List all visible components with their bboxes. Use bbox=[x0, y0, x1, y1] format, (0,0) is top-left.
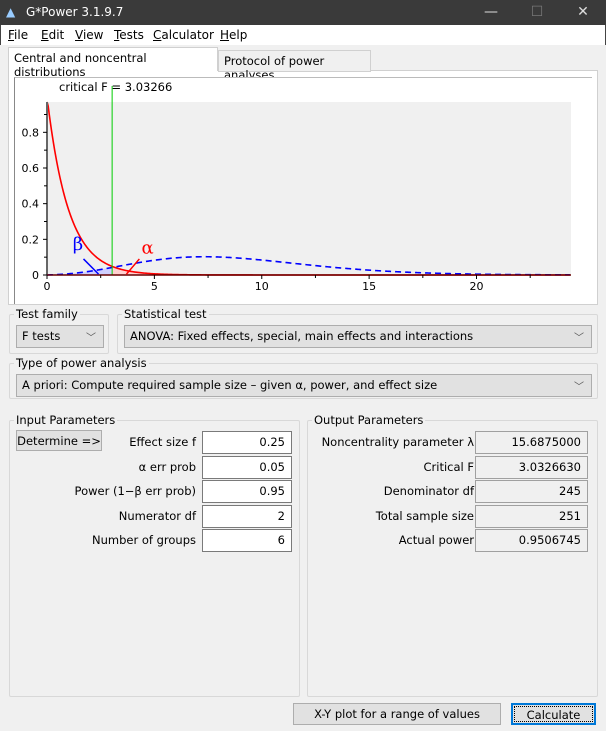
test-family-label: Test family bbox=[14, 307, 80, 321]
output-value: 0.9506745 bbox=[475, 529, 588, 552]
menu-edit[interactable]: Edit bbox=[41, 28, 64, 42]
xy-plot-button[interactable]: X-Y plot for a range of values bbox=[293, 703, 501, 725]
menu-file[interactable]: File bbox=[8, 28, 28, 42]
plot-area bbox=[47, 102, 571, 275]
chevron-down-icon: ﹀ bbox=[86, 333, 96, 344]
output-value: 251 bbox=[475, 504, 588, 528]
statistical-test-select[interactable]: ANOVA: Fixed effects, special, main effe… bbox=[124, 325, 592, 348]
statistical-test-group: Statistical test ANOVA: Fixed effects, s… bbox=[117, 307, 598, 354]
output-parameters-group: Output Parameters Noncentrality paramete… bbox=[307, 413, 598, 697]
x-tick-label: 20 bbox=[470, 280, 484, 293]
distribution-chart: 0 5 10 15 20 0 0.2 0.4 0.6 0.8 α β critical F = 3.0… bbox=[14, 77, 592, 304]
x-tick-label: 0 bbox=[44, 280, 51, 293]
chevron-down-icon: ﹀ bbox=[574, 382, 584, 393]
gpower-logo-icon: ▲ bbox=[6, 5, 16, 19]
param-label: Noncentrality parameter λ bbox=[321, 435, 474, 449]
output-value: 245 bbox=[475, 480, 588, 503]
input-parameters-group: Input Parameters Determine => Effect siz… bbox=[9, 413, 300, 697]
minimize-button[interactable]: — bbox=[468, 0, 514, 25]
tab-protocol[interactable]: Protocol of power analyses bbox=[218, 50, 371, 82]
input-parameters-title: Input Parameters bbox=[14, 413, 118, 427]
power-analysis-label: Type of power analysis bbox=[14, 356, 149, 370]
y-tick-label: 0.2 bbox=[22, 233, 40, 246]
param-label: α err prob bbox=[138, 459, 196, 474]
menu-bar: File Edit View Tests Calculator Help bbox=[0, 25, 606, 45]
maximize-button[interactable]: ☐ bbox=[514, 0, 560, 25]
param-label: Actual power bbox=[398, 533, 474, 547]
test-family-value: F tests bbox=[22, 329, 61, 343]
tab-central-noncentral[interactable]: Central and noncentral distributions bbox=[8, 47, 218, 79]
output-parameters-title: Output Parameters bbox=[312, 413, 426, 427]
x-tick-label: 5 bbox=[151, 280, 158, 293]
statistical-test-value: ANOVA: Fixed effects, special, main effe… bbox=[130, 329, 474, 343]
param-input[interactable]: 6 bbox=[202, 529, 292, 552]
output-value: 15.6875000 bbox=[475, 431, 588, 454]
param-label: Total sample size bbox=[375, 508, 474, 523]
menu-tests[interactable]: Tests bbox=[114, 28, 144, 42]
param-label: Denominator df bbox=[383, 484, 474, 498]
alpha-label: α bbox=[141, 238, 153, 259]
param-label: Number of groups bbox=[92, 533, 196, 547]
param-label: Effect size f bbox=[129, 435, 196, 449]
y-tick-label: 0.6 bbox=[22, 162, 40, 175]
calculate-button[interactable]: Calculate bbox=[511, 703, 596, 725]
x-tick-label: 10 bbox=[255, 280, 269, 293]
param-label: Numerator df bbox=[118, 508, 196, 523]
param-input[interactable]: 0.05 bbox=[202, 455, 292, 479]
test-family-select[interactable]: F tests ﹀ bbox=[16, 325, 104, 348]
beta-label: β bbox=[73, 234, 83, 255]
window-title: G*Power 3.1.9.7 bbox=[26, 5, 124, 19]
menu-view[interactable]: View bbox=[75, 28, 103, 42]
param-input[interactable]: 0.95 bbox=[202, 480, 292, 503]
x-tick-label: 15 bbox=[362, 280, 376, 293]
param-label: Critical F bbox=[423, 459, 475, 474]
close-button[interactable]: ✕ bbox=[560, 0, 606, 25]
distribution-plot: 0 5 10 15 20 0 0.2 0.4 0.6 0.8 α β bbox=[22, 86, 571, 293]
y-tick-label: 0.4 bbox=[22, 198, 40, 211]
statistical-test-label: Statistical test bbox=[122, 307, 209, 321]
y-tick-label: 0 bbox=[32, 269, 39, 282]
power-analysis-value: A priori: Compute required sample size –… bbox=[22, 378, 438, 392]
power-analysis-group: Type of power analysis A priori: Compute… bbox=[9, 356, 598, 399]
chevron-down-icon: ﹀ bbox=[574, 333, 584, 344]
param-input[interactable]: 2 bbox=[202, 504, 292, 528]
critical-f-annotation: critical F = 3.03266 bbox=[59, 80, 173, 94]
y-tick-label: 0.8 bbox=[22, 126, 40, 139]
menu-calculator[interactable]: Calculator bbox=[153, 28, 214, 42]
test-family-group: Test family F tests ﹀ bbox=[9, 307, 109, 354]
menu-help[interactable]: Help bbox=[220, 28, 247, 42]
output-value: 3.0326630 bbox=[475, 455, 588, 479]
param-label: Power (1−β err prob) bbox=[74, 484, 196, 498]
title-bar: ▲ G*Power 3.1.9.7 — ☐ ✕ bbox=[0, 0, 606, 25]
param-input[interactable]: 0.25 bbox=[202, 431, 292, 454]
power-analysis-select[interactable]: A priori: Compute required sample size –… bbox=[16, 374, 592, 397]
